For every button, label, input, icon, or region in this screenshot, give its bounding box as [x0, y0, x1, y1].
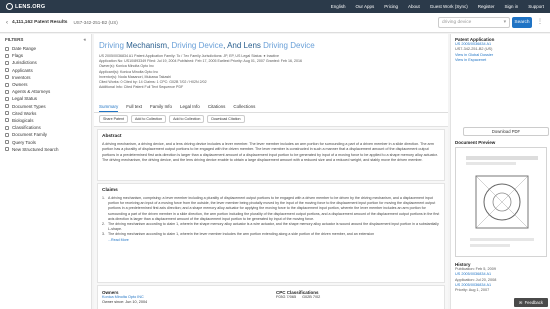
document-icon [5, 104, 9, 109]
filter-structured-search[interactable]: New Structured Search [5, 146, 86, 153]
add-collection-button[interactable]: Add to Collection [130, 115, 167, 123]
abstract-card: Abstract A driving mechanism, a driving … [97, 129, 445, 181]
feedback-button[interactable]: ✉ Feedback [514, 298, 548, 307]
search-button[interactable]: Search [512, 17, 532, 28]
gavel-icon [5, 96, 9, 101]
claim-item: 1. A driving mechanism, comprising: a lev… [102, 196, 440, 221]
current-record: US7-342-251-B2 (US) [73, 20, 118, 25]
add-collection-button-2[interactable]: Add to Collection [169, 115, 205, 123]
nav-pricing[interactable]: Pricing [384, 4, 398, 9]
espacenet-link[interactable]: View in Espacenet [455, 58, 546, 63]
patent-main: Driving Mechanism, Driving Device, And L… [94, 34, 448, 309]
abstract-heading: Abstract [102, 134, 122, 139]
top-nav: English Our Apps Pricing About Guest Wor… [331, 4, 544, 9]
filter-biologicals[interactable]: Biologicals [5, 117, 86, 124]
nav-about[interactable]: About [408, 4, 420, 9]
nav-register[interactable]: Register [478, 4, 495, 9]
read-more-link[interactable]: ...Read More [108, 238, 440, 242]
quote-icon [5, 111, 9, 116]
owner-since: Owner since: Jun 10, 2004 [102, 300, 148, 305]
filter-classifications[interactable]: Classifications [5, 124, 86, 131]
flag-icon [5, 53, 9, 58]
search-bar: ‹ 4,111,162 Patent Results US7-342-251-B… [0, 13, 550, 33]
filter-query-tools[interactable]: Query Tools [5, 138, 86, 145]
chat-icon: ✉ [519, 300, 523, 305]
collapse-icon[interactable]: « [83, 37, 86, 42]
filter-document-family[interactable]: Document Family [5, 131, 86, 138]
patent-meta: US 2005/0036834 A1 Patent Application Fa… [99, 54, 444, 90]
filters-header: FILTERS « [5, 37, 86, 42]
summary-content: Abstract A driving mechanism, a driving … [94, 126, 448, 309]
lens-logo-icon [6, 3, 13, 10]
tools-icon [5, 140, 9, 145]
owners-column: Owners Konica Minolta Opto INC Owner sin… [102, 290, 147, 306]
tag-icon [5, 125, 9, 130]
family-icon [5, 132, 9, 137]
user-icon [5, 68, 9, 73]
cpc-column: CPC Classifications F03G 7/065 G02B 7/02 [276, 290, 320, 300]
history-item: Priority: Aug 1, 2007 [455, 288, 490, 293]
document-preview[interactable] [455, 147, 547, 257]
tab-divider [94, 112, 448, 113]
filter-cited-works[interactable]: Cited Works [5, 110, 86, 117]
abstract-text: A driving mechanism, a driving device, a… [102, 142, 438, 163]
history-section: History Publication: Feb 5, 2009 US 2005… [455, 262, 547, 293]
claims-heading: Claims [102, 188, 118, 193]
tab-summary[interactable]: Summary [99, 104, 119, 112]
filter-flags[interactable]: Flags [5, 52, 86, 59]
nav-sign-in[interactable]: Sign in [504, 4, 518, 9]
filter-legal-status[interactable]: Legal Status [5, 95, 86, 102]
briefcase-icon [5, 89, 9, 94]
filter-agents[interactable]: Agents & Attorneys [5, 88, 86, 95]
filter-inventors[interactable]: Inventors [5, 74, 86, 81]
filters-sidebar: FILTERS « Date Range Flags Jurisdictions… [0, 34, 92, 309]
share-patent-button[interactable]: Share Patent [99, 115, 128, 123]
filter-owners[interactable]: Owners [5, 81, 86, 88]
right-panel: Patent Application US 2005/0036834 A1 US… [450, 34, 550, 309]
lens-logo[interactable]: LENS.ORG [6, 3, 45, 10]
patent-drawing-preview [466, 156, 538, 247]
owner-icon [5, 82, 9, 87]
cpc-code[interactable]: F03G 7/065 [276, 295, 296, 300]
tab-full-text[interactable]: Full text [126, 104, 142, 112]
dna-icon [5, 118, 9, 123]
claim-item: 2. The driving mechanism according to cla… [102, 222, 439, 232]
meta-row: Additional Info: Cited Patent Full Text … [99, 85, 184, 90]
globe-icon [5, 60, 9, 65]
patent-title: Driving Mechanism, Driving Device, And L… [99, 41, 315, 50]
chevron-down-icon: ▾ [503, 20, 506, 25]
filter-document-types[interactable]: Document Types [5, 103, 86, 110]
nav-guest-work[interactable]: Guest Work (Sync) [430, 4, 468, 9]
claim-item: 3. The driving mechanism according to cla… [102, 232, 375, 237]
calendar-icon [5, 46, 9, 51]
lightbulb-icon [5, 75, 9, 80]
claims-card: Claims 1. A driving mechanism, comprising… [97, 183, 445, 283]
nav-support[interactable]: Support [528, 4, 544, 9]
download-pdf-button[interactable]: Download PDF [463, 127, 549, 136]
filter-jurisdictions[interactable]: Jurisdictions [5, 59, 86, 66]
search-input[interactable]: driving device ▾ [438, 17, 510, 28]
nav-our-apps[interactable]: Our Apps [355, 4, 374, 9]
nav-english[interactable]: English [331, 4, 346, 9]
filter-date-range[interactable]: Date Range [5, 45, 86, 52]
patent-actions: Share Patent Add to Collection Add to Co… [99, 115, 245, 123]
owners-card: Owners Konica Minolta Opto INC Owner sin… [97, 285, 445, 309]
top-bar: LENS.ORG English Our Apps Pricing About … [0, 0, 550, 13]
back-arrow-icon[interactable]: ‹ [6, 20, 8, 26]
tab-legal-info[interactable]: Legal Info [180, 104, 200, 112]
tab-citations[interactable]: Citations [208, 104, 226, 112]
cpc-code[interactable]: G02B 7/02 [302, 295, 320, 300]
search-icon [5, 147, 9, 152]
more-options-icon[interactable]: ⋮ [537, 18, 543, 25]
cpc-codes: F03G 7/065 G02B 7/02 [276, 295, 320, 300]
document-preview-heading: Document Preview [455, 140, 496, 145]
tab-collections[interactable]: Collections [233, 104, 255, 112]
tab-family-info[interactable]: Family Info [150, 104, 172, 112]
results-count: 4,111,162 Patent Results [12, 20, 68, 25]
patent-tabs: Summary Full text Family Info Legal Info… [99, 104, 255, 112]
filter-applicants[interactable]: Applicants [5, 67, 86, 74]
download-citation-button[interactable]: Download Citation [207, 115, 245, 123]
